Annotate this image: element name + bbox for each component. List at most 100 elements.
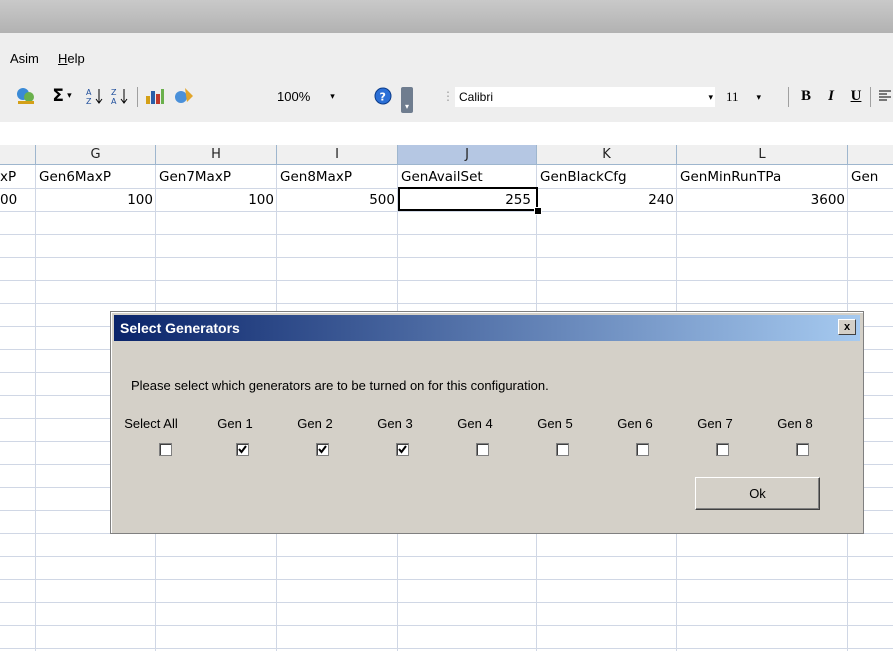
column-header-l[interactable]: L [677,145,848,165]
gridline [0,257,893,258]
checkmark-icon [398,445,407,454]
menu-bar: Asim Help [0,33,893,75]
cell-header-l[interactable]: GenMinRunTPa [677,166,848,188]
column-header-partial[interactable] [0,145,36,165]
toolbar-separator [870,87,871,107]
dialog-message: Please select which generators are to be… [131,378,549,393]
underline-button[interactable]: U [845,85,867,107]
gridline [0,234,893,235]
chevron-down-icon: ▾ [330,90,335,101]
gen-6-checkbox[interactable] [636,443,649,456]
svg-text:?: ? [380,91,386,104]
active-cell-border [398,187,538,211]
grip-icon: ⋮ [442,89,454,103]
cell-header-h[interactable]: Gen7MaxP [156,166,277,188]
menu-item-asim[interactable]: Asim [10,51,39,66]
gen-4-label: Gen 4 [457,416,493,431]
cell-header-i[interactable]: Gen8MaxP [277,166,398,188]
gridline [0,579,893,580]
fill-handle[interactable] [534,207,542,215]
sort-ascending-icon[interactable]: AZ [84,85,106,107]
gen-8-checkbox[interactable] [796,443,809,456]
toolbar-options-icon[interactable]: ▾ [401,87,413,113]
column-header-g[interactable]: G [36,145,156,165]
svg-text:A: A [111,97,117,106]
gen-3-checkbox[interactable] [396,443,409,456]
gridline [0,556,893,557]
cell-header-g[interactable]: Gen6MaxP [36,166,156,188]
gridline [0,211,893,212]
gen-7-label: Gen 7 [697,416,733,431]
cell-header-k[interactable]: GenBlackCfg [537,166,677,188]
gridline [0,602,893,603]
zoom-select[interactable]: 100% ▾ [277,85,367,107]
checkmark-icon [238,445,247,454]
drawing-icon[interactable] [172,85,196,107]
svg-text:Z: Z [111,88,117,97]
checkmark-icon [318,445,327,454]
chevron-down-icon: ▾ [708,91,713,102]
gridline [0,625,893,626]
toolbar: Σ ▾ AZ ZA 100% ▾ ? ▾ ⋮ Calibri ▾ 11 ▾ B … [0,75,893,122]
chevron-down-icon: ▾ [63,91,72,101]
cell-header-partial[interactable]: xP [0,166,36,188]
chevron-down-icon: ▾ [756,91,762,102]
select-generators-dialog: Select Generators x Please select which … [110,311,864,534]
select-all-label: Select All [124,416,178,431]
help-icon[interactable]: ? [372,85,394,107]
close-icon: x [843,321,851,333]
cell-header-j[interactable]: GenAvailSet [398,166,537,188]
align-left-icon[interactable] [876,85,893,107]
column-header-h[interactable]: H [156,145,277,165]
research-icon[interactable] [14,85,38,107]
column-header-partial-right[interactable] [848,145,893,165]
gridline [0,303,893,304]
cell-value-partial[interactable]: 00 [0,189,36,211]
font-name-select[interactable]: Calibri ▾ [455,87,715,107]
font-name-value: Calibri [459,90,494,104]
italic-button[interactable]: I [820,85,842,107]
cell-value-g[interactable]: 100 [36,189,156,211]
help-accelerator: H [58,51,68,66]
font-size-select[interactable]: 11 ▾ [726,87,782,107]
cell-header-partial-right[interactable]: Gen [848,166,893,188]
gen-8-label: Gen 8 [777,416,813,431]
column-header-k[interactable]: K [537,145,677,165]
gen-1-label: Gen 1 [217,416,253,431]
cell-value-k[interactable]: 240 [537,189,677,211]
gen-5-checkbox[interactable] [556,443,569,456]
font-size-value: 11 [726,89,739,104]
gen-2-checkbox[interactable] [316,443,329,456]
gen-3-label: Gen 3 [377,416,413,431]
ok-button[interactable]: Ok [695,477,820,510]
toolbar-separator [137,87,138,107]
zoom-value: 100% [277,88,311,104]
close-button[interactable]: x [838,319,856,335]
column-header-j[interactable]: J [398,145,537,165]
chevron-down-icon: ▾ [404,101,409,111]
dialog-title-bar[interactable]: Select Generators x [114,315,860,341]
dialog-title: Select Generators [120,320,240,336]
gen-1-checkbox[interactable] [236,443,249,456]
bold-button[interactable]: B [795,85,817,107]
gridline [0,280,893,281]
select-all-checkbox[interactable] [159,443,172,456]
gen-7-checkbox[interactable] [716,443,729,456]
svg-text:Z: Z [86,97,92,106]
menu-item-help[interactable]: Help [58,51,85,66]
cell-value-l[interactable]: 3600 [677,189,848,211]
gridline [0,648,893,649]
autosum-button[interactable]: Σ ▾ [45,85,79,107]
svg-text:A: A [86,88,92,97]
sum-icon: Σ [52,86,64,106]
toolbar-separator [788,87,789,107]
cell-value-i[interactable]: 500 [277,189,398,211]
chart-wizard-icon[interactable] [143,85,167,107]
window-title-bar [0,0,893,33]
gen-4-checkbox[interactable] [476,443,489,456]
column-header-i[interactable]: I [277,145,398,165]
formula-bar-gap [0,122,893,145]
cell-value-h[interactable]: 100 [156,189,277,211]
gen-6-label: Gen 6 [617,416,653,431]
sort-descending-icon[interactable]: ZA [109,85,131,107]
